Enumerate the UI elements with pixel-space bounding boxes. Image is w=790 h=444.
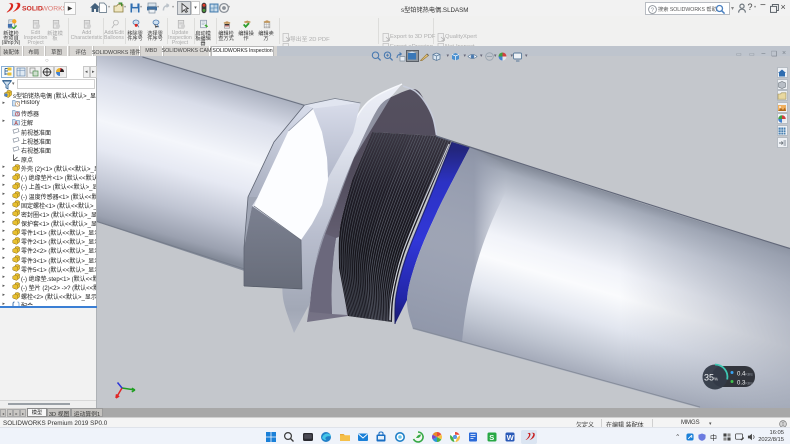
svg-text:A: A [14,121,18,126]
svg-text:S: S [489,433,494,442]
svg-text:W: W [507,433,515,442]
svg-text:SOLID: SOLID [22,6,43,13]
